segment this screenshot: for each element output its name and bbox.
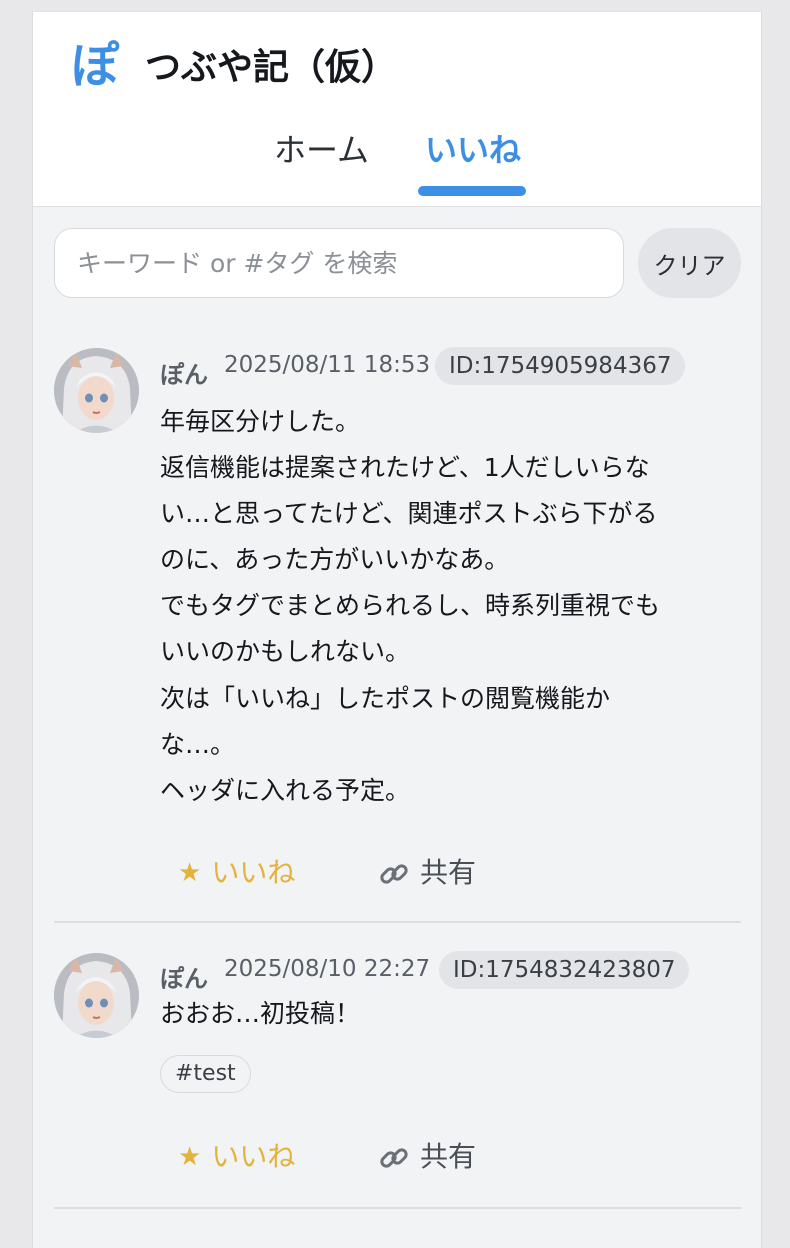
tab-home[interactable]: ホーム	[274, 128, 369, 172]
link-icon	[378, 1135, 410, 1179]
clear-button[interactable]: クリア	[638, 228, 741, 298]
post-text-line: ヘッダに入れる予定。	[160, 775, 411, 805]
star-icon: ★	[178, 858, 202, 888]
post-body: おおお…初投稿！	[160, 991, 730, 1037]
post-text-line: 年毎区分けした。	[160, 407, 361, 436]
like-button[interactable]: ★ いいね	[178, 851, 295, 895]
active-tab-indicator	[418, 186, 526, 196]
post-text-line: な…。	[160, 729, 236, 759]
post-text-line: おおお…初投稿！	[160, 999, 361, 1028]
post-body: 年毎区分けした。 返信機能は提案されたけど、1人だしいらな い…と思ってたけど、…	[160, 399, 730, 814]
star-icon: ★	[178, 1142, 202, 1172]
post-text-line: 次は「いいね」したポストの閲覧機能か	[160, 683, 611, 713]
avatar[interactable]	[54, 953, 139, 1038]
like-button[interactable]: ★ いいね	[178, 1135, 295, 1179]
timestamp: 2025/08/11 18:53	[224, 352, 431, 378]
timestamp: 2025/08/10 22:27	[224, 956, 431, 982]
post-text-line: い…と思ってたけど、関連ポストぶら下がる	[160, 499, 658, 529]
post-item: ぽん 2025/08/10 22:27 ID:1754832423807 おおお…	[54, 923, 741, 1209]
share-label: 共有	[420, 856, 477, 889]
app-window: ぽ つぶや記（仮） ホーム いいね クリア ぽん 20	[32, 11, 762, 1248]
avatar[interactable]	[54, 348, 139, 433]
share-button[interactable]: 共有	[378, 1135, 476, 1179]
post-item: ぽん 2025/08/11 18:53 ID:1754905984367 年毎区…	[54, 329, 741, 923]
post-id-badge[interactable]: ID:1754905984367	[435, 347, 686, 385]
share-label: 共有	[420, 1140, 477, 1173]
tag-chip[interactable]: #test	[160, 1055, 251, 1093]
author-name[interactable]: ぽん	[160, 959, 208, 994]
tab-likes[interactable]: いいね	[425, 128, 521, 172]
like-label: いいね	[211, 1140, 296, 1173]
like-label: いいね	[211, 856, 296, 889]
post-text-line: いいのかもしれない。	[160, 637, 411, 667]
post-text-line: でもタグでまとめられるし、時系列重視でも	[160, 591, 661, 621]
share-button[interactable]: 共有	[378, 851, 476, 895]
app-title: つぶや記（仮）	[145, 47, 398, 88]
search-input[interactable]	[54, 228, 624, 298]
post-text-line: のに、あった方がいいかなあ。	[160, 545, 510, 575]
post-text-line: 返信機能は提案されたけど、1人だしいらな	[160, 453, 650, 483]
header: ぽ つぶや記（仮） ホーム いいね	[33, 11, 761, 207]
logo[interactable]: ぽ	[71, 38, 119, 94]
link-icon	[378, 851, 410, 895]
post-id-badge[interactable]: ID:1754832423807	[439, 951, 690, 989]
author-name[interactable]: ぽん	[160, 355, 208, 390]
